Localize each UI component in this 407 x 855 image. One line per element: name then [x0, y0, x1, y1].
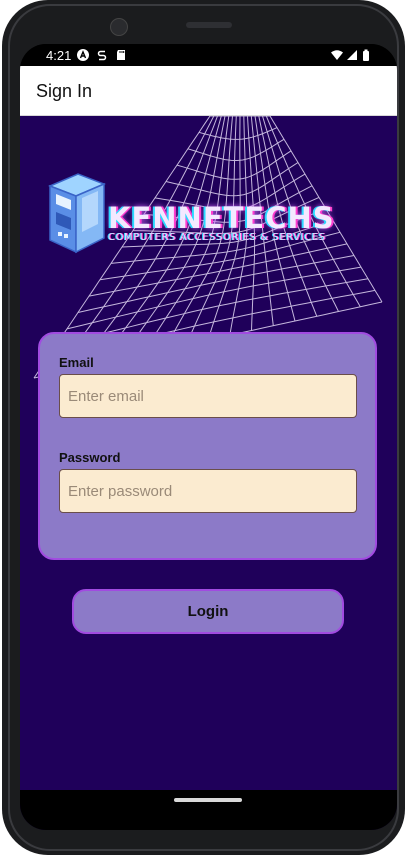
signal-icon	[347, 50, 357, 60]
brand-tagline: COMPUTERS ACCESSORIES & SERVICES	[108, 232, 326, 243]
computer-tower-logo-icon	[48, 173, 106, 254]
mesh-line	[88, 243, 348, 297]
earpiece-speaker	[186, 22, 232, 28]
page-title: Sign In	[36, 81, 93, 101]
email-label: Email	[59, 355, 94, 370]
battery-icon	[363, 49, 369, 61]
email-field[interactable]	[59, 374, 357, 418]
brand-title: KENNETECHS	[108, 201, 335, 235]
app-bar: Sign In	[20, 66, 397, 116]
sd-card-icon	[117, 50, 125, 60]
password-field[interactable]	[59, 469, 357, 513]
password-label: Password	[59, 450, 121, 465]
status-bar: 4:21	[20, 44, 397, 66]
gesture-nav-area	[20, 790, 397, 830]
phone-frame: 4:21 Sign In KENNETECHS COMPUTERS ACCESS…	[2, 0, 405, 855]
status-time: 4:21	[46, 48, 72, 63]
s-notification-icon	[97, 50, 107, 61]
wifi-icon	[331, 50, 343, 60]
a-badge-icon	[77, 49, 89, 61]
front-camera	[110, 18, 128, 36]
brand-logo: KENNETECHS COMPUTERS ACCESSORIES & SERVI…	[108, 202, 393, 243]
home-gesture-bar[interactable]	[174, 798, 242, 802]
login-button[interactable]: Login	[72, 589, 344, 634]
screen: 4:21 Sign In KENNETECHS COMPUTERS ACCESS…	[20, 44, 397, 830]
sign-in-content: KENNETECHS COMPUTERS ACCESSORIES & SERVI…	[20, 116, 397, 830]
login-form-card: Email Password	[38, 332, 377, 560]
